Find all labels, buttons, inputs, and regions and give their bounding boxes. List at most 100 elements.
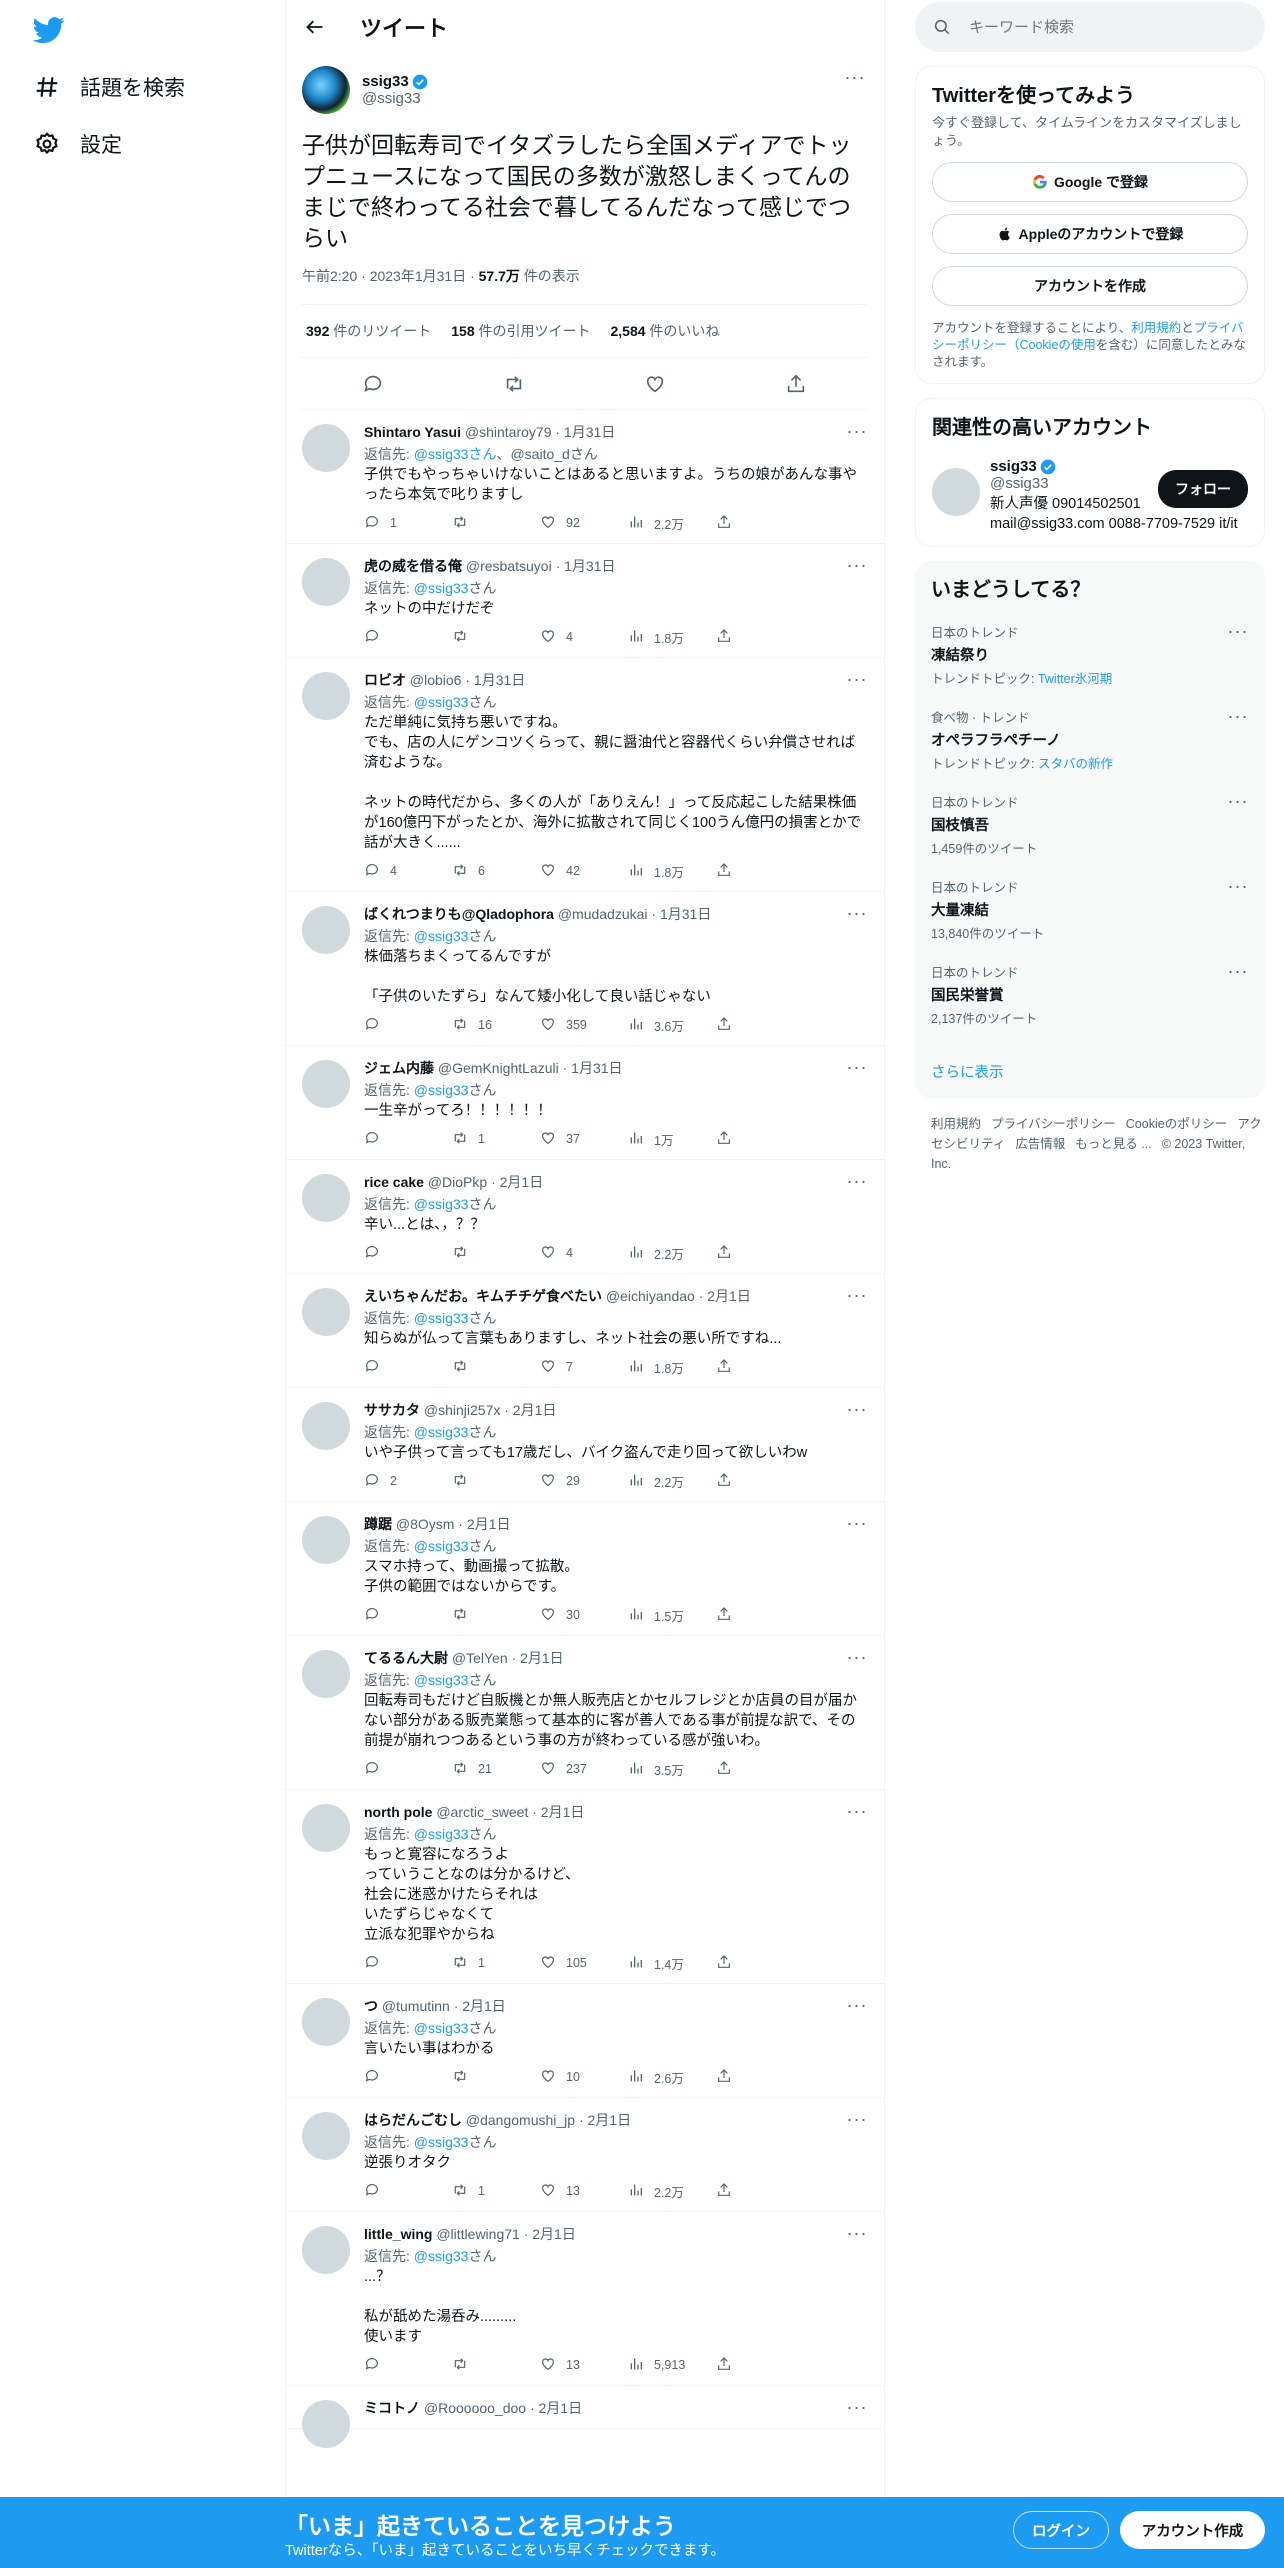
reply-item[interactable]: ジェム内藤 @GemKnightLazuli · 1月31日 ··· 返信先: @s…	[286, 1046, 884, 1160]
share-button[interactable]	[716, 1472, 732, 1491]
reply-author-name[interactable]: ミコトノ	[364, 2400, 420, 2416]
share-button[interactable]	[716, 628, 732, 647]
retweet-button[interactable]	[452, 1606, 540, 1625]
footer-link[interactable]: 広告情報	[1015, 1137, 1065, 1151]
avatar[interactable]	[302, 1288, 350, 1336]
reply-button[interactable]: 2	[364, 1472, 452, 1491]
more-options-icon[interactable]: ···	[846, 1171, 868, 1191]
reply-button[interactable]: 4	[364, 862, 452, 881]
create-account-button[interactable]: アカウントを作成	[932, 266, 1248, 306]
retweet-button[interactable]	[452, 628, 540, 647]
views-button[interactable]: 1万	[628, 1130, 716, 1149]
retweet-button[interactable]	[452, 514, 540, 533]
reply-item[interactable]: little_wing @littlewing71 · 2月1日 ··· 返信先: …	[286, 2212, 884, 2386]
reply-button[interactable]	[364, 2068, 452, 2087]
views-button[interactable]: 1.5万	[628, 1606, 716, 1625]
views-button[interactable]: 1.4万	[628, 1954, 716, 1973]
reply-button[interactable]	[364, 2182, 452, 2201]
avatar[interactable]	[302, 1174, 350, 1222]
footer-link[interactable]: プライバシーポリシー	[991, 1117, 1116, 1131]
like-button[interactable]: 13	[540, 2356, 628, 2375]
more-options-icon[interactable]: ···	[846, 2223, 868, 2243]
reply-meta[interactable]: @shintaroy79 · 1月31日	[461, 424, 615, 440]
trend-topic-link[interactable]: スタバの新作	[1038, 757, 1113, 771]
retweet-button[interactable]	[452, 2068, 540, 2087]
reply-button[interactable]	[364, 1358, 452, 1377]
avatar[interactable]	[932, 468, 980, 516]
reply-meta[interactable]: @arctic_sweet · 2月1日	[432, 1804, 584, 1820]
nav-explore[interactable]: 話題を検索	[34, 67, 185, 107]
retweet-button[interactable]: 1	[452, 1954, 540, 1973]
avatar[interactable]	[302, 424, 350, 472]
views-button[interactable]: 5,913	[628, 2356, 716, 2375]
reply-item[interactable]: ばくれつまりも@Qladophora @mudadzukai · 1月31日 ··…	[286, 892, 884, 1046]
avatar[interactable]	[302, 1516, 350, 1564]
mention-link[interactable]: @ssig33	[414, 580, 469, 596]
retweet-button[interactable]: 1	[452, 1130, 540, 1149]
retweet-button[interactable]	[452, 1472, 540, 1491]
more-options-icon[interactable]: ···	[846, 1399, 868, 1419]
follow-button[interactable]: フォロー	[1158, 470, 1248, 508]
more-options-icon[interactable]: ···	[1227, 791, 1249, 811]
avatar[interactable]	[302, 1060, 350, 1108]
mention-link[interactable]: @ssig33	[414, 2248, 469, 2264]
share-button[interactable]	[716, 1606, 732, 1625]
mention-link[interactable]: @ssig33	[414, 1082, 469, 1098]
twitter-logo-icon[interactable]	[33, 14, 65, 46]
reply-author-name[interactable]: ジェム内藤	[364, 1060, 434, 1076]
apple-signup-button[interactable]: Appleのアカウントで登録	[932, 214, 1248, 254]
avatar[interactable]	[302, 1650, 350, 1698]
account-name[interactable]: ssig33	[990, 458, 1037, 475]
share-button[interactable]	[716, 514, 732, 533]
reply-author-name[interactable]: ばくれつまりも@Qladophora	[364, 906, 554, 922]
views-button[interactable]: 1.8万	[628, 862, 716, 881]
reply-item[interactable]: えいちゃんだお。キムチチゲ食べたい @eichiyandao · 2月1日 ···…	[286, 1274, 884, 1388]
views-button[interactable]: 2.2万	[628, 1244, 716, 1263]
reply-button[interactable]: 1	[364, 514, 452, 533]
reply-item[interactable]: はらだんごむし @dangomushi_jp · 2月1日 ··· 返信先: @ss…	[286, 2098, 884, 2212]
reply-meta[interactable]: @tumutinn · 2月1日	[378, 1998, 506, 2014]
reply-author-name[interactable]: えいちゃんだお。キムチチゲ食べたい	[364, 1288, 602, 1304]
mention-link[interactable]: @ssig33	[414, 694, 469, 710]
more-options-icon[interactable]: ···	[1227, 706, 1249, 726]
like-button[interactable]: 13	[540, 2182, 628, 2201]
more-options-icon[interactable]: ···	[1227, 621, 1249, 641]
mention-link[interactable]: @ssig33	[414, 928, 469, 944]
retweet-button[interactable]: 6	[452, 862, 540, 881]
share-button[interactable]	[716, 1244, 732, 1263]
views-button[interactable]: 2.2万	[628, 2182, 716, 2201]
reply-button[interactable]	[364, 1954, 452, 1973]
reply-meta[interactable]: @DioPkp · 2月1日	[424, 1174, 543, 1190]
footer-link[interactable]: もっと見る ...	[1075, 1137, 1151, 1151]
more-options-icon[interactable]: ···	[846, 669, 868, 689]
more-options-icon[interactable]: ···	[846, 1057, 868, 1077]
reply-button[interactable]	[364, 628, 452, 647]
trend-item[interactable]: 食べ物 · トレンド オペラフラペチーノ トレンドトピック: スタバの新作 ···	[931, 706, 1249, 772]
more-options-icon[interactable]: ···	[846, 1647, 868, 1667]
like-button[interactable]: 359	[540, 1016, 628, 1035]
reply-author-name[interactable]: ロビオ	[364, 672, 406, 688]
reply-author-name[interactable]: Shintaro Yasui	[364, 424, 461, 440]
reply-item[interactable]: てるるん大尉 @TelYen · 2月1日 ··· 返信先: @ssig33さん 回転…	[286, 1636, 884, 1790]
share-button[interactable]	[716, 2068, 732, 2087]
views-button[interactable]: 3.6万	[628, 1016, 716, 1035]
retweet-icon[interactable]	[503, 373, 525, 395]
retweet-button[interactable]: 1	[452, 2182, 540, 2201]
like-button[interactable]: 237	[540, 1760, 628, 1779]
tweet-timestamp[interactable]: 午前2:20 · 2023年1月31日 ·	[302, 268, 479, 284]
avatar[interactable]	[302, 906, 350, 954]
reply-meta[interactable]: @lobio6 · 1月31日	[406, 672, 525, 688]
reply-meta[interactable]: @littlewing71 · 2月1日	[432, 2226, 576, 2242]
reply-author-name[interactable]: north pole	[364, 1804, 432, 1820]
reply-author-name[interactable]: little_wing	[364, 2226, 432, 2242]
reply-author-name[interactable]: はらだんごむし	[364, 2112, 462, 2128]
reply-button[interactable]	[364, 1606, 452, 1625]
like-icon[interactable]	[644, 373, 666, 395]
avatar[interactable]	[302, 2226, 350, 2274]
like-button[interactable]: 4	[540, 1244, 628, 1263]
more-options-icon[interactable]: ···	[844, 67, 866, 87]
google-signup-button[interactable]: Google で登録	[932, 162, 1248, 202]
views-button[interactable]: 1.8万	[628, 1358, 716, 1377]
mention-link[interactable]: @ssig33	[414, 1196, 469, 1212]
show-more-link[interactable]: さらに表示	[931, 1061, 1249, 1086]
